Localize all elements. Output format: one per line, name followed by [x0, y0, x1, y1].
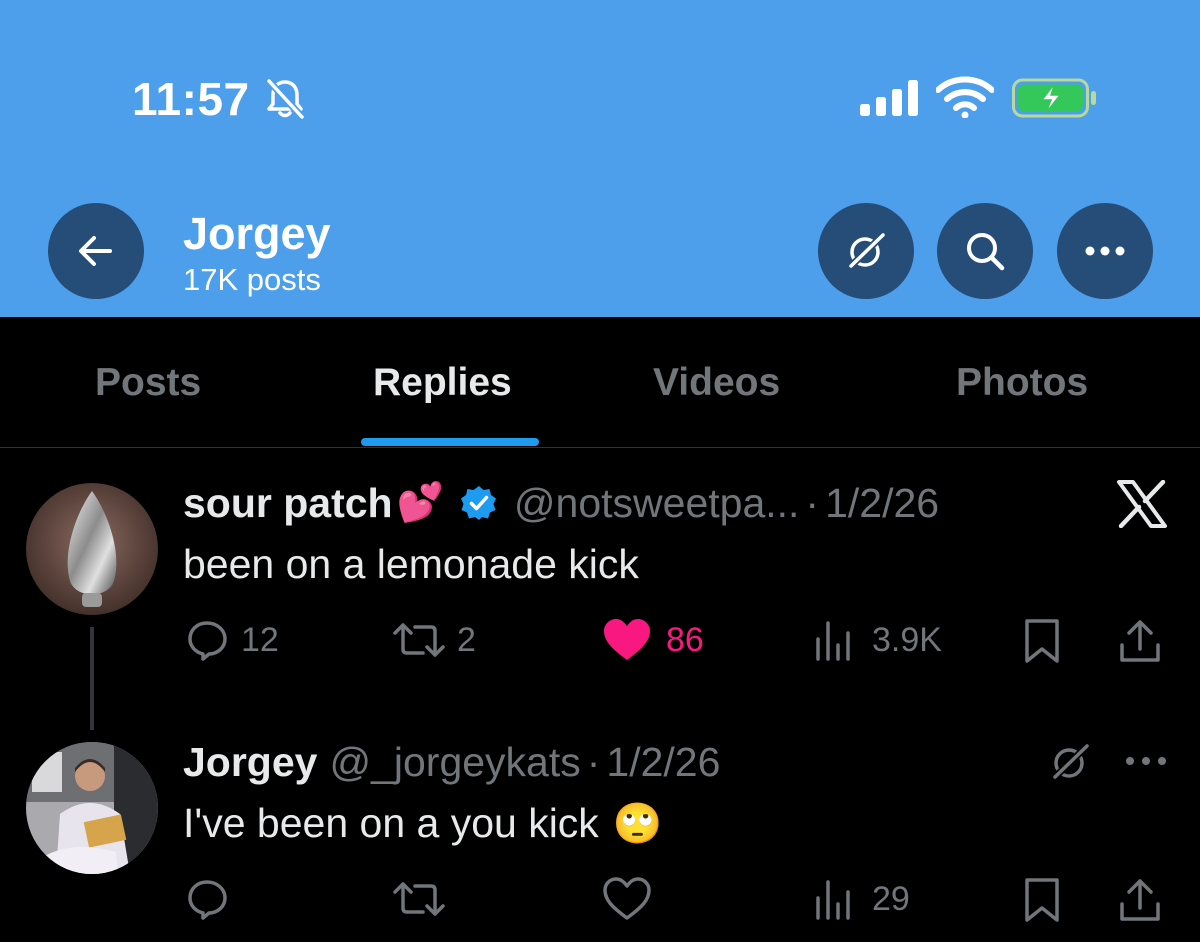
share-button[interactable] [1116, 617, 1164, 665]
like-count: 86 [666, 620, 704, 659]
meta-separator: · [805, 479, 820, 526]
grok-explain-button[interactable] [1048, 740, 1092, 789]
more-dots-icon [1085, 246, 1125, 256]
share-icon [1120, 620, 1160, 662]
views-chart-icon [816, 880, 850, 920]
search-icon [967, 233, 1005, 271]
tweet-header: Jorgey @_jorgeykats · 1/2/26 [183, 737, 720, 787]
name-emoji: 💕 [396, 482, 444, 524]
repost-count: 2 [457, 620, 476, 659]
views-button[interactable]: 29 [814, 876, 910, 922]
search-button[interactable] [937, 203, 1033, 299]
grok-icon [848, 232, 886, 269]
avatar[interactable] [26, 742, 158, 874]
heart-filled-icon [604, 619, 650, 660]
reply-icon [188, 880, 227, 920]
views-chart-icon [816, 621, 850, 661]
tweet-header: sour patch 💕 @notsweetpa... · 1/2/26 [183, 478, 939, 528]
reply-button[interactable]: 12 [185, 617, 279, 663]
battery-charging-icon [1012, 78, 1096, 118]
profile-name: Jorgey [183, 208, 331, 259]
share-icon [1120, 879, 1160, 921]
tweet-date[interactable]: 1/2/26 [606, 739, 720, 786]
repost-icon [393, 623, 445, 657]
views-count: 3.9K [872, 620, 942, 659]
x-logo-icon [1117, 480, 1167, 528]
profile-posts-count: 17K posts [183, 262, 321, 297]
avatar-image [26, 483, 158, 615]
verified-badge-icon [460, 486, 496, 520]
wifi-icon [936, 76, 994, 118]
thread-connector-line [90, 627, 94, 730]
tweet-text-content: I've been on a you kick [183, 799, 599, 846]
author-name[interactable]: sour patch [183, 480, 393, 527]
profile-tabs: Posts Replies Videos Photos [0, 317, 1200, 448]
share-button[interactable] [1116, 876, 1164, 924]
bookmark-icon [1025, 619, 1059, 663]
tweet-text: I've been on a you kick 🙄 [183, 797, 663, 849]
tweet-date[interactable]: 1/2/26 [825, 480, 939, 527]
author-handle[interactable]: @_jorgeykats [329, 739, 580, 786]
tab-replies[interactable]: Replies [373, 361, 512, 405]
views-button[interactable]: 3.9K [814, 617, 942, 663]
meta-separator: · [586, 738, 601, 785]
tab-videos[interactable]: Videos [653, 361, 780, 405]
bell-slash-icon [266, 78, 305, 120]
tab-photos[interactable]: Photos [956, 361, 1088, 405]
like-button[interactable]: 86 [602, 617, 704, 663]
like-button[interactable] [602, 876, 652, 922]
more-options-button[interactable] [1057, 203, 1153, 299]
tab-posts[interactable]: Posts [95, 361, 201, 405]
more-dots-icon [1126, 757, 1166, 765]
profile-header: 11:57 Jorgey 17K posts [0, 0, 1200, 317]
avatar[interactable] [26, 483, 158, 615]
reply-button[interactable] [185, 876, 231, 922]
views-count: 29 [872, 879, 910, 918]
bookmark-button[interactable] [1022, 617, 1062, 665]
reply-count: 12 [241, 620, 279, 659]
back-arrow-icon [79, 236, 112, 266]
bookmark-icon [1025, 878, 1059, 922]
grok-button[interactable] [818, 203, 914, 299]
repost-button[interactable] [391, 876, 447, 922]
status-time: 11:57 [132, 73, 250, 125]
author-name[interactable]: Jorgey [183, 739, 317, 786]
cellular-signal-icon [860, 80, 918, 116]
tweet-more-button[interactable] [1124, 754, 1168, 773]
grok-icon [1052, 743, 1090, 780]
tweet-text: been on a lemonade kick [183, 540, 639, 587]
eye-roll-emoji: 🙄 [612, 801, 663, 846]
repost-icon [393, 882, 445, 916]
active-tab-indicator [361, 438, 539, 446]
repost-button[interactable]: 2 [391, 617, 476, 663]
author-handle[interactable]: @notsweetpa... [514, 480, 800, 527]
heart-icon [603, 877, 651, 920]
back-button[interactable] [48, 203, 144, 299]
reply-icon [188, 621, 227, 661]
avatar-image [26, 742, 158, 874]
bookmark-button[interactable] [1022, 876, 1062, 924]
